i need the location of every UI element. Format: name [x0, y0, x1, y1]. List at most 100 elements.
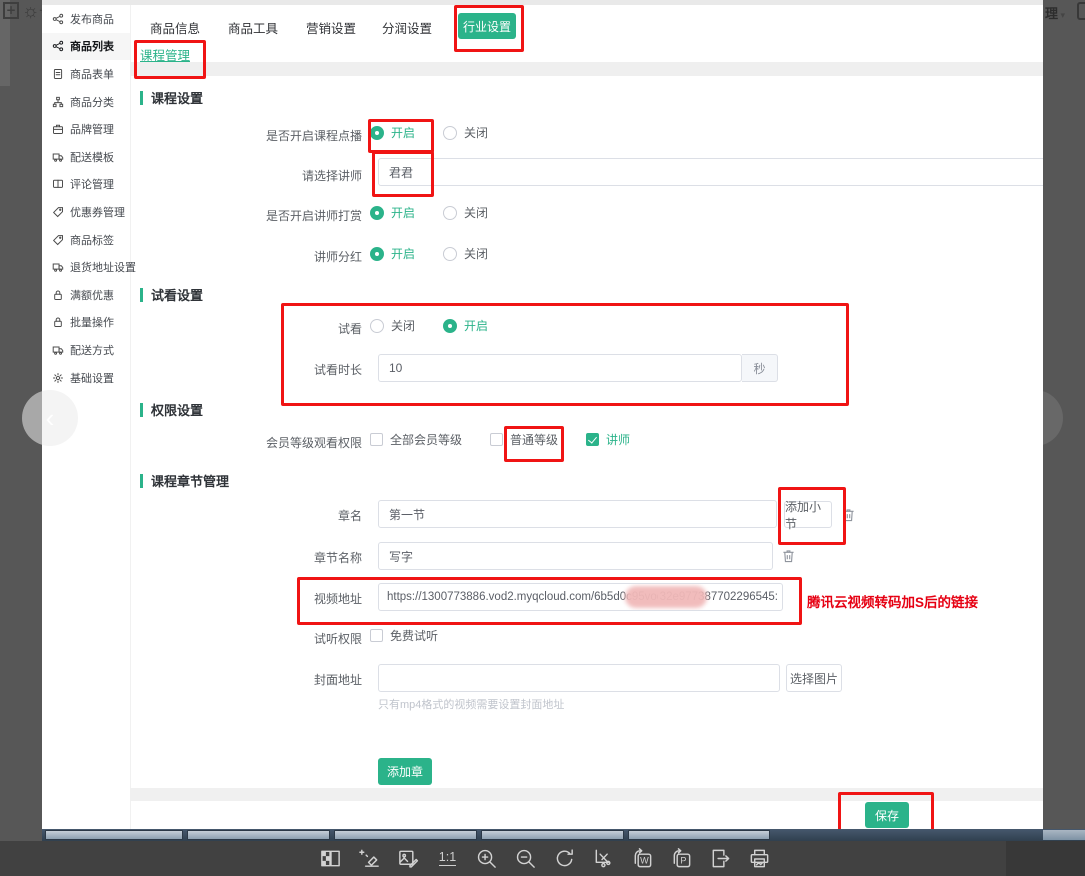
taskbar-button[interactable]	[481, 830, 624, 840]
screenshot: 发布商品商品列表商品表单商品分类品牌管理配送模板评论管理优惠券管理商品标签退货地…	[42, 0, 1043, 829]
cover-url-input[interactable]	[378, 664, 780, 692]
free-audition-checkbox[interactable]	[370, 629, 383, 642]
save-button[interactable]: 保存	[865, 802, 909, 828]
tab-4[interactable]: 分润设置	[382, 18, 432, 37]
member-level-option-label[interactable]: 普通等级	[510, 431, 558, 448]
sidebar-item[interactable]: 品牌管理	[42, 115, 130, 143]
choose-image-button[interactable]: 选择图片	[786, 664, 842, 692]
dividend-radio-group: 开启 关闭	[370, 245, 488, 262]
sidebar-item-label: 发布商品	[70, 11, 114, 27]
tab-5[interactable]: 行业设置	[458, 13, 516, 39]
export-icon[interactable]	[708, 844, 733, 872]
trial-duration-input[interactable]	[378, 354, 742, 382]
tab-2[interactable]: 商品工具	[228, 18, 278, 37]
member-level-options: 全部会员等级 普通等级 讲师	[370, 431, 630, 448]
sidebar-item-label: 商品标签	[70, 232, 114, 248]
previous-image-button[interactable]: ‹	[22, 390, 78, 446]
sidebar-item[interactable]: 发布商品	[42, 5, 130, 33]
add-chapter-button[interactable]: 添加章	[378, 758, 432, 785]
section-permission-settings: 权限设置	[140, 400, 203, 419]
actual-size-icon[interactable]: 1:1	[435, 844, 460, 872]
reward-off-radio[interactable]	[443, 206, 457, 220]
sidebar-item[interactable]: 批量操作	[42, 309, 130, 337]
sidebar-item[interactable]: 满额优惠	[42, 281, 130, 309]
reward-radio-group: 开启 关闭	[370, 204, 488, 221]
member-level-checkbox-3[interactable]	[586, 433, 599, 446]
audition-option: 免费试听	[370, 627, 438, 644]
trial-on-label[interactable]: 开启	[464, 317, 488, 334]
rotate-icon[interactable]	[552, 844, 577, 872]
sidebar-item-label: 配送方式	[70, 342, 114, 358]
vod-off-label[interactable]: 关闭	[464, 124, 488, 141]
section-name-label: 章节名称	[182, 549, 362, 566]
form-icon	[52, 68, 64, 80]
sidebar-item[interactable]: 商品标签	[42, 226, 130, 254]
video-url-input[interactable]: https://1300773886.vod2.myqcloud.com/6b5…	[378, 583, 783, 611]
trial-off-radio[interactable]	[370, 319, 384, 333]
reward-on-label[interactable]: 开启	[391, 204, 415, 221]
sidebar-item[interactable]: 配送方式	[42, 336, 130, 364]
reward-on-radio[interactable]	[370, 206, 384, 220]
to-word-icon[interactable]: W	[630, 844, 655, 872]
beautify-icon[interactable]	[357, 844, 382, 872]
sidebar-item[interactable]: 退货地址设置	[42, 253, 130, 281]
reward-off-label[interactable]: 关闭	[464, 204, 488, 221]
member-level-option-label[interactable]: 讲师	[606, 431, 630, 448]
edit-image-icon[interactable]	[396, 844, 421, 872]
trial-on-radio[interactable]	[443, 319, 457, 333]
chapter-name-input[interactable]	[378, 500, 777, 528]
sidebar-item-label: 批量操作	[70, 314, 114, 330]
tab-1[interactable]: 商品信息	[150, 18, 200, 37]
dividend-on-label[interactable]: 开启	[391, 245, 415, 262]
add-subsection-button[interactable]: 添加小节	[784, 501, 832, 528]
share-icon	[52, 40, 64, 52]
free-audition-label[interactable]: 免费试听	[390, 627, 438, 644]
add-image-icon[interactable]	[3, 2, 19, 19]
print-icon[interactable]	[747, 844, 772, 872]
taskbar-button[interactable]	[628, 830, 770, 840]
cover-url-label: 封面地址	[182, 671, 362, 688]
delete-section-icon[interactable]	[782, 549, 795, 563]
to-pdf-icon[interactable]: P	[669, 844, 694, 872]
viewer-corner-icon[interactable]	[1077, 2, 1085, 20]
taskbar-button[interactable]	[187, 830, 330, 840]
vod-on-radio[interactable]	[370, 126, 384, 140]
process-menu[interactable]: 理	[1045, 3, 1065, 22]
sidebar-item[interactable]: 商品分类	[42, 88, 130, 116]
sidebar-item[interactable]: 配送模板	[42, 143, 130, 171]
section-course-settings: 课程设置	[140, 88, 203, 107]
member-level-checkbox-1[interactable]	[370, 433, 383, 446]
section-trial-settings: 试看设置	[140, 285, 203, 304]
section-name-input[interactable]	[378, 542, 773, 570]
vod-on-label[interactable]: 开启	[391, 124, 415, 141]
sidebar-item[interactable]: 评论管理	[42, 171, 130, 199]
next-image-button[interactable]: ›	[1007, 390, 1063, 446]
lecturer-input[interactable]	[378, 158, 1043, 186]
member-level-option-label[interactable]: 全部会员等级	[390, 431, 462, 448]
sidebar-item-label: 优惠券管理	[70, 204, 125, 220]
vod-off-radio[interactable]	[443, 126, 457, 140]
crop-icon[interactable]	[591, 844, 616, 872]
dividend-on-radio[interactable]	[370, 247, 384, 261]
cover-hint: 只有mp4格式的视频需要设置封面地址	[378, 696, 564, 712]
coupon-icon	[52, 206, 64, 218]
delete-chapter-icon[interactable]	[842, 508, 855, 522]
dividend-off-radio[interactable]	[443, 247, 457, 261]
dividend-label: 讲师分红	[182, 248, 362, 265]
tab-3[interactable]: 营销设置	[306, 18, 356, 37]
trial-off-label[interactable]: 关闭	[391, 317, 415, 334]
sidebar-item[interactable]: 商品表单	[42, 60, 130, 88]
sidebar-item[interactable]: 优惠券管理	[42, 198, 130, 226]
transparency-icon[interactable]	[318, 844, 343, 872]
svg-text:W: W	[640, 855, 649, 865]
member-level-checkbox-2[interactable]	[490, 433, 503, 446]
dividend-off-label[interactable]: 关闭	[464, 245, 488, 262]
sidebar-item[interactable]: 商品列表	[42, 33, 130, 61]
sidebar-item-label: 品牌管理	[70, 121, 114, 137]
sidebar-item[interactable]: 基础设置	[42, 364, 130, 392]
zoom-in-icon[interactable]	[474, 844, 499, 872]
zoom-out-icon[interactable]	[513, 844, 538, 872]
taskbar-button[interactable]	[45, 830, 183, 840]
taskbar-button[interactable]	[334, 830, 477, 840]
vod-label: 是否开启课程点播	[182, 127, 362, 144]
